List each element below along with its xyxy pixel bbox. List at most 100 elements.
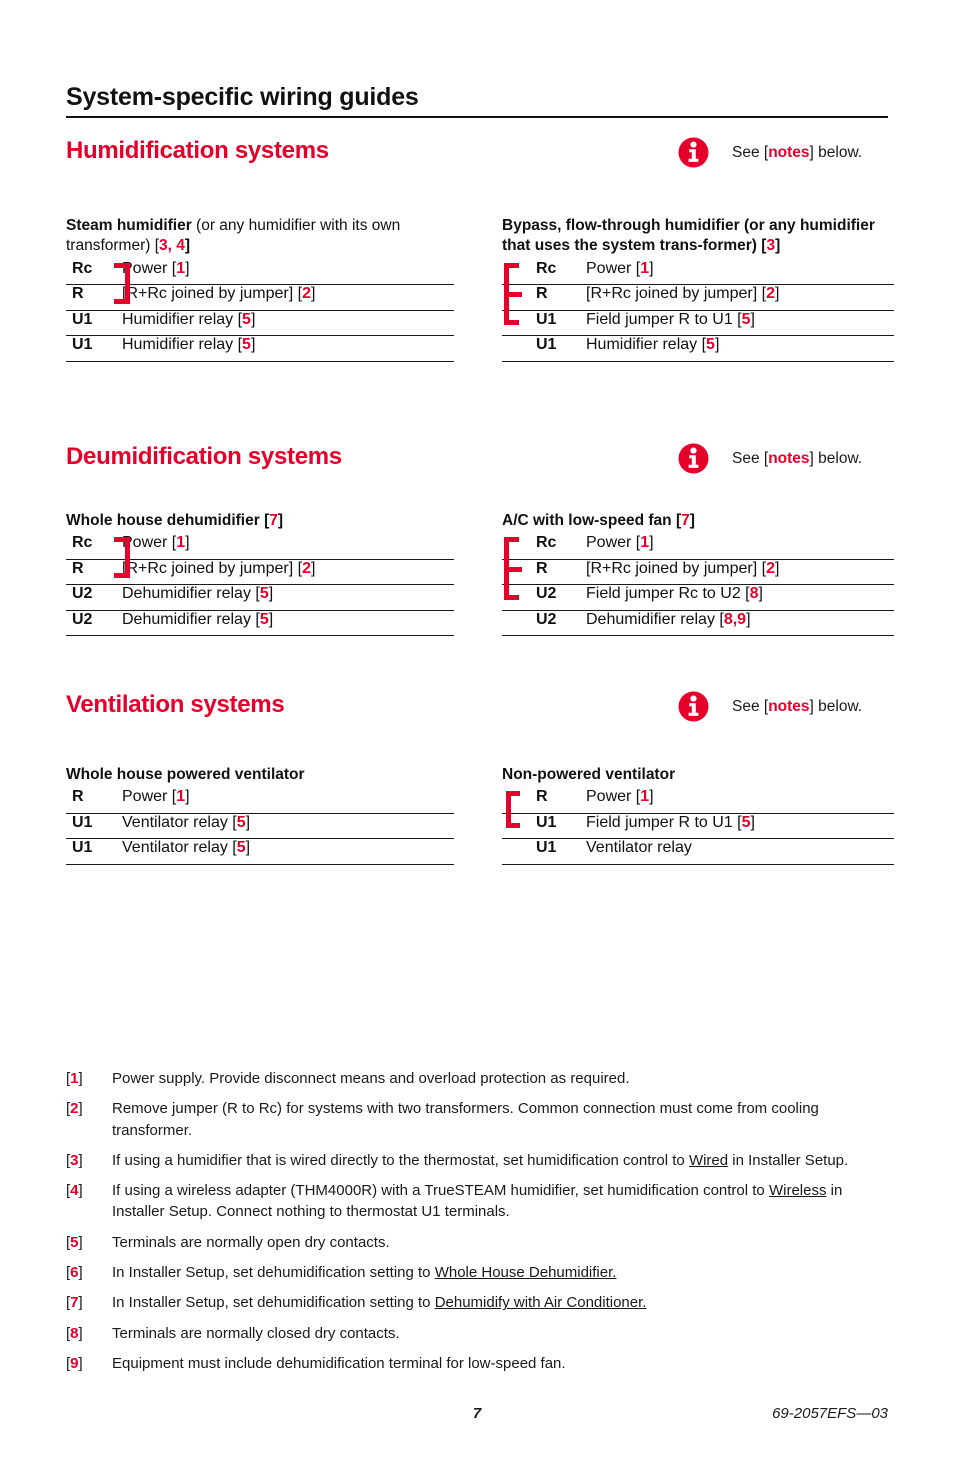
terminal-description: Field jumper Rc to U2 [8] <box>586 585 763 603</box>
table-row: Rc Power [1] <box>502 534 894 560</box>
footnote-text: In Installer Setup, set dehumidification… <box>112 1294 647 1312</box>
document-page: System-specific wiring guides Humidifica… <box>0 0 954 1475</box>
footnote-item: [1] Power supply. Provide disconnect mean… <box>66 1068 894 1089</box>
footnote-item: [7] In Installer Setup, set dehumidificat… <box>66 1292 894 1313</box>
footnote-item: [9] Equipment must include dehumidificati… <box>66 1353 894 1374</box>
terminal-description: Field jumper R to U1 [5] <box>586 310 755 328</box>
table-row: U1 Field jumper R to U1 [5] <box>502 814 894 840</box>
footnote-number: [8] <box>66 1324 83 1342</box>
terminal-description: Power [1] <box>586 534 654 552</box>
terminal-description: Humidifier relay [5] <box>586 336 720 354</box>
jumper-brace-tongue <box>509 566 522 572</box>
section-title: Ventilation systems <box>66 691 285 718</box>
terminal-label: U1 <box>536 336 557 354</box>
table-row: U1 Humidifier relay [5] <box>66 311 454 337</box>
footnote-text: Power supply. Provide disconnect means a… <box>112 1070 630 1087</box>
terminal-rows: Rc Power [1] R [R+Rc joined by jumper] [2] U… <box>502 534 894 637</box>
terminal-description: Dehumidifier relay [8,9] <box>586 610 751 628</box>
footnote-number: [2] <box>66 1100 83 1118</box>
terminal-description: Field jumper R to U1 [5] <box>586 813 755 831</box>
terminal-table: Rc Power [1] R [R+Rc joined by jumper] [2] U… <box>502 260 894 362</box>
section-title: Deumidification systems <box>66 443 342 470</box>
wiring-block: Whole house powered ventilator R Power [1]… <box>66 765 454 865</box>
wiring-block-title: Whole house dehumidifier [7] <box>66 512 284 529</box>
table-row: U2 Dehumidifier relay [8,9] <box>502 611 894 637</box>
terminal-table: R Power [1] U1 Field jumper R to U1 [5] U1 Ve… <box>502 788 894 865</box>
wiring-block-title: Whole house powered ventilator <box>66 766 305 783</box>
footnote-number: [1] <box>66 1070 83 1087</box>
terminal-label: U1 <box>72 839 93 857</box>
terminal-label: U1 <box>536 813 557 831</box>
wiring-block: Bypass, flow-through humidifier (or any … <box>502 216 894 362</box>
table-row: U2 Field jumper Rc to U2 [8] <box>502 585 894 611</box>
footnote-text: Equipment must include dehumidification … <box>112 1354 566 1372</box>
footnote-item: [2] Remove jumper (R to Rc) for systems w… <box>66 1098 894 1141</box>
terminal-description: Dehumidifier relay [5] <box>122 585 274 603</box>
see-notes-text: See [notes] below. <box>732 449 863 467</box>
table-row: R Power [1] <box>502 788 894 814</box>
section-header-dehumidification: Deumidification systems See [notes] below… <box>66 443 888 485</box>
wiring-block: Steam humidifier (or any humidifier with… <box>66 216 454 362</box>
terminal-label: U1 <box>72 310 93 328</box>
section-header-ventilation: Ventilation systems See [notes] below. <box>66 691 888 733</box>
jumper-bracket-right <box>114 262 130 304</box>
terminal-table: Rc Power [1] R [R+Rc joined by jumper] [2] U… <box>66 260 454 362</box>
footnotes-list: [1] Power supply. Provide disconnect mean… <box>66 1068 894 1383</box>
wiring-block: A/C with low-speed fan [7] Rc Power [1] R [R… <box>502 511 894 637</box>
terminal-description: Power [1] <box>122 259 190 277</box>
terminal-description: Humidifier relay [5] <box>122 310 256 328</box>
terminal-label: U2 <box>536 610 557 628</box>
terminal-description: [R+Rc joined by jumper] [2] <box>122 559 316 577</box>
table-row: U2 Dehumidifier relay [5] <box>66 585 454 611</box>
terminal-label: Rc <box>536 534 557 552</box>
terminal-rows: R Power [1] U1 Ventilator relay [5] U1 Ventil… <box>66 788 454 865</box>
terminal-label: U2 <box>536 585 557 603</box>
terminal-description: Power [1] <box>122 788 190 806</box>
footnote-number: [4] <box>66 1182 83 1200</box>
footnote-text: Remove jumper (R to Rc) for systems with… <box>112 1100 819 1139</box>
footnote-text: In Installer Setup, set dehumidification… <box>112 1264 617 1282</box>
terminal-description: [R+Rc joined by jumper] [2] <box>586 559 780 577</box>
table-row: U1 Humidifier relay [5] <box>502 336 894 362</box>
table-row: U1 Field jumper R to U1 [5] <box>502 311 894 337</box>
page-title: System-specific wiring guides <box>66 83 419 111</box>
terminal-table: Rc Power [1] R [R+Rc joined by jumper] [2] U… <box>66 534 454 637</box>
terminal-description: Ventilator relay <box>586 839 692 857</box>
terminal-description: Humidifier relay [5] <box>122 336 256 354</box>
jumper-brace-tongue <box>509 292 522 298</box>
see-notes-text: See [notes] below. <box>732 143 863 161</box>
info-icon <box>678 691 709 722</box>
see-notes-hint: See [notes] below. <box>678 443 862 474</box>
wiring-block-title: Bypass, flow-through humidifier (or any … <box>502 217 875 255</box>
table-row: U1 Ventilator relay [5] <box>66 839 454 865</box>
page-title-block: System-specific wiring guides <box>66 83 888 118</box>
table-row: Rc Power [1] <box>502 260 894 286</box>
footnote-item: [6] In Installer Setup, set dehumidificat… <box>66 1262 894 1283</box>
terminal-rows: R Power [1] U1 Field jumper R to U1 [5] U1 Ve… <box>502 788 894 865</box>
title-divider <box>66 115 888 118</box>
terminal-label: Rc <box>536 259 557 277</box>
terminal-description: Ventilator relay [5] <box>122 813 251 831</box>
info-icon <box>678 443 709 474</box>
table-row: U1 Humidifier relay [5] <box>66 336 454 362</box>
jumper-bracket-left <box>506 791 520 829</box>
footnote-item: [4] If using a wireless adapter (THM4000R… <box>66 1180 894 1223</box>
terminal-description: [R+Rc joined by jumper] [2] <box>586 285 780 303</box>
terminal-label: U1 <box>536 310 557 328</box>
table-row: U2 Dehumidifier relay [5] <box>66 611 454 637</box>
footnote-number: [9] <box>66 1354 83 1372</box>
footnote-item: [3] If using a humidifier that is wired d… <box>66 1150 894 1171</box>
footnote-number: [3] <box>66 1151 83 1169</box>
footnote-text: Terminals are normally open dry contacts… <box>112 1233 390 1251</box>
terminal-description: Power [1] <box>586 259 654 277</box>
terminal-label: U1 <box>536 839 557 857</box>
footnote-number: [5] <box>66 1233 83 1251</box>
footnote-item: [5] Terminals are normally open dry conta… <box>66 1232 894 1253</box>
terminal-description: [R+Rc joined by jumper] [2] <box>122 285 316 303</box>
wiring-block-title: Steam humidifier (or any humidifier with… <box>66 217 401 255</box>
see-notes-hint: See [notes] below. <box>678 691 862 722</box>
see-notes-text: See [notes] below. <box>732 697 863 715</box>
footnote-text: If using a humidifier that is wired dire… <box>112 1151 849 1169</box>
footnote-number: [6] <box>66 1264 83 1282</box>
footnote-text: Terminals are normally closed dry contac… <box>112 1324 400 1342</box>
